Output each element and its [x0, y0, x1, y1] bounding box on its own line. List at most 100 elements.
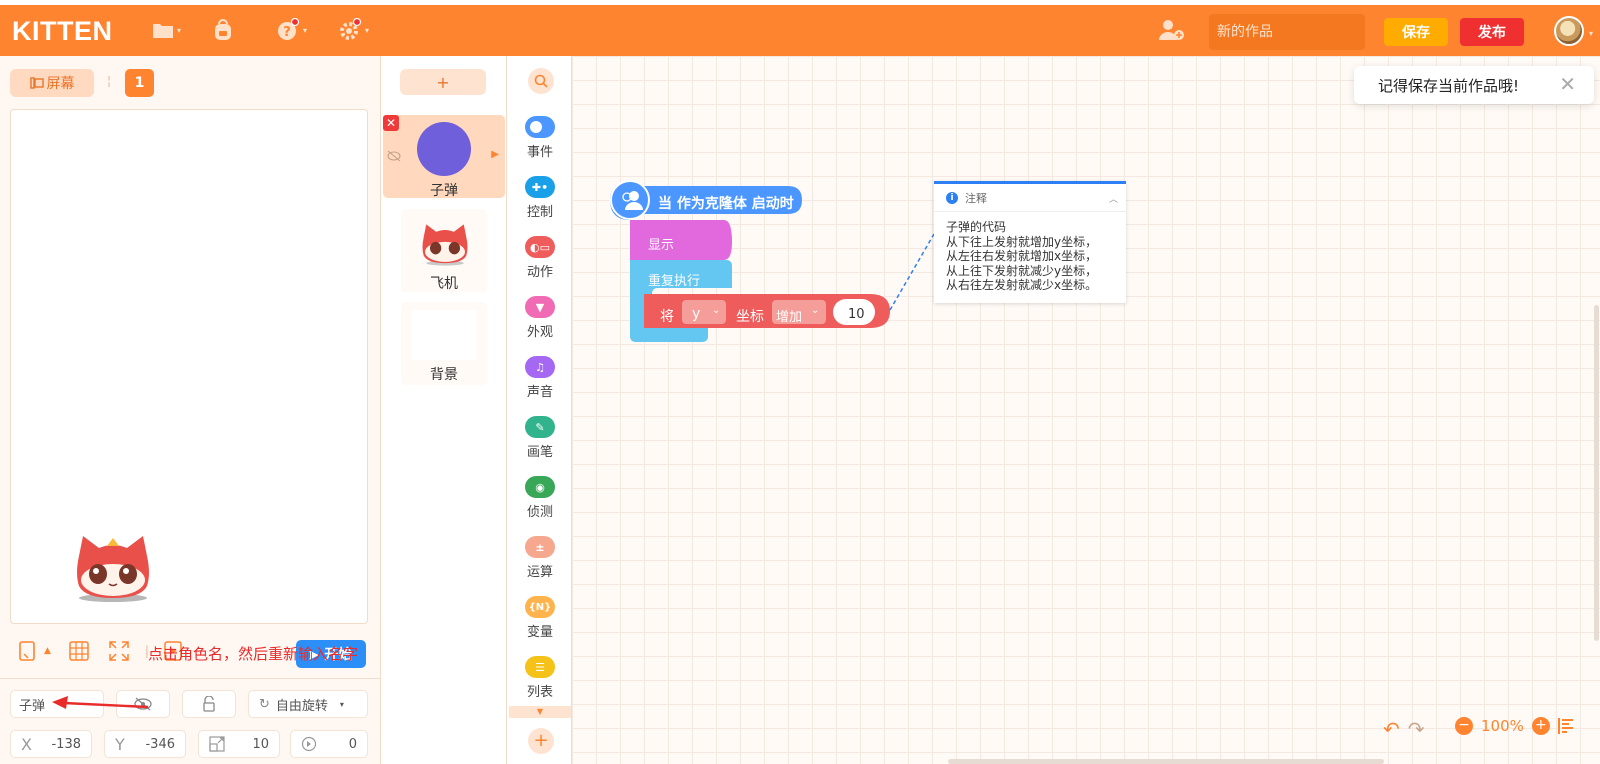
close-icon[interactable]: ✕	[1559, 72, 1576, 96]
settings-icon	[340, 18, 362, 40]
category-operators[interactable]: ± 运算	[507, 536, 573, 580]
fullscreen-icon[interactable]	[109, 641, 129, 661]
rotate-icon: ↻	[259, 696, 270, 712]
zoom-level: 100%	[1481, 717, 1524, 735]
y-position-field[interactable]: Y -346	[104, 730, 186, 758]
save-reminder-toast: 记得保存当前作品哦! ✕	[1354, 66, 1594, 104]
category-label: 控制	[526, 205, 553, 220]
category-label: 声音	[526, 385, 553, 400]
divider	[0, 678, 380, 679]
category-lists[interactable]: ☰ 列表	[507, 656, 573, 700]
comment-box[interactable]: i 注释 ︿ 子弹的代码 从下往上发射就增加y坐标， 从左往右发射就增加x坐标，…	[934, 181, 1126, 303]
sprite-name: 飞机	[430, 276, 458, 292]
operation-dropdown[interactable]: 增加	[776, 306, 802, 325]
sprite-card-bullet[interactable]: ✕ ▶ 子弹	[383, 115, 505, 199]
kitten-thumbnail	[422, 224, 468, 266]
backpack-button[interactable]	[213, 17, 233, 43]
eye-hidden-icon[interactable]	[387, 150, 401, 162]
screen-button[interactable]: 屏幕	[10, 69, 94, 97]
block-category-bar: 事件 ✚• 控制 ◐▭ 动作 ▼ 外观 ♫ 声音 ✎ 画笔 ◉ 侦测 ± 运算 …	[506, 56, 572, 764]
chevron-down-icon: ⌄	[712, 305, 721, 316]
add-collaborator-button[interactable]	[1158, 18, 1186, 46]
publish-button[interactable]: 发布	[1460, 18, 1524, 46]
music-icon: ♫	[525, 356, 555, 378]
category-events[interactable]: 事件	[507, 116, 573, 160]
toast-text: 记得保存当前作品哦!	[1378, 76, 1520, 95]
stage-canvas[interactable]	[10, 109, 368, 624]
category-sensing[interactable]: ◉ 侦测	[507, 476, 573, 520]
align-icon	[1558, 718, 1573, 734]
add-extension-button[interactable]: +	[528, 728, 554, 754]
scene-button[interactable]: 1	[125, 69, 154, 97]
set-block-label: 将	[660, 309, 674, 325]
top-bar: KITTEN ▾ ? ▾ ▾ 保存 发布 ▾	[0, 5, 1600, 56]
sprite-card-plane[interactable]: 飞机	[401, 209, 487, 292]
save-button[interactable]: 保存	[1384, 18, 1448, 46]
redo-icon[interactable]: ↷	[1408, 717, 1425, 741]
search-button[interactable]	[528, 68, 554, 94]
category-variables[interactable]: {N} 变量	[507, 596, 573, 640]
category-looks[interactable]: ▼ 外观	[507, 296, 573, 340]
scale-icon	[209, 736, 225, 752]
help-menu-button[interactable]: ? ▾	[276, 17, 307, 43]
y-value: -346	[145, 736, 175, 752]
comment-connector	[889, 233, 935, 311]
settings-menu-button[interactable]: ▾	[338, 17, 369, 43]
show-block-label: 显示	[648, 238, 675, 253]
sprite-card-background[interactable]: 背景	[401, 302, 487, 385]
caret-up-icon[interactable]: ▲	[44, 646, 51, 656]
undo-icon[interactable]: ↶	[1383, 717, 1400, 741]
lock-icon	[203, 696, 215, 712]
category-label: 运算	[526, 565, 553, 580]
direction-value: 0	[348, 736, 357, 752]
bullet-thumbnail	[417, 122, 471, 176]
sprite-name: 子弹	[430, 183, 458, 199]
variables-icon: {N}	[525, 596, 555, 618]
rotation-mode-value: 自由旋转	[275, 698, 328, 714]
x-value: -138	[51, 736, 81, 752]
axis-dropdown[interactable]: y	[692, 306, 700, 322]
arrange-blocks-button[interactable]	[1557, 717, 1575, 735]
category-label: 事件	[526, 145, 553, 160]
annotation-arrow	[52, 696, 149, 709]
category-pen[interactable]: ✎ 画笔	[507, 416, 573, 460]
sprite-panel: + ✕ ▶ 子弹 飞机 背景	[380, 56, 506, 764]
category-motion[interactable]: ◐▭ 动作	[507, 236, 573, 280]
scroll-down-button[interactable]: ▼	[509, 706, 571, 718]
events-icon	[525, 116, 555, 138]
annotation-text: 点击角色名，然后重新输入名字	[148, 645, 359, 663]
search-icon	[534, 74, 548, 88]
screen-button-label: 屏幕	[46, 76, 75, 92]
close-icon[interactable]: ✕	[383, 115, 399, 131]
zoom-in-button[interactable]: +	[1531, 717, 1550, 735]
avatar[interactable]	[1554, 16, 1584, 46]
vertical-scrollbar[interactable]	[1594, 305, 1599, 641]
size-value: 10	[252, 736, 269, 752]
code-workspace[interactable]	[572, 56, 1600, 764]
direction-field[interactable]: 0	[290, 730, 368, 758]
sensing-icon: ◉	[525, 476, 555, 498]
rotation-mode-select[interactable]: ↻ 自由旋转 ▾	[248, 690, 368, 718]
operators-icon: ±	[525, 536, 555, 558]
category-sound[interactable]: ♫ 声音	[507, 356, 573, 400]
sprite-name: 背景	[430, 367, 458, 383]
chevron-up-icon[interactable]: ︿	[1109, 192, 1118, 205]
size-field[interactable]: 10	[198, 730, 280, 758]
device-icon[interactable]	[18, 641, 36, 661]
project-title-input[interactable]	[1209, 14, 1365, 50]
add-sprite-button[interactable]: +	[400, 69, 486, 95]
motion-icon: ◐▭	[525, 236, 555, 258]
horizontal-scrollbar[interactable]	[948, 759, 1384, 764]
amount-input[interactable]: 10	[848, 307, 865, 322]
file-menu-button[interactable]: ▾	[152, 17, 181, 43]
zoom-out-button[interactable]: −	[1455, 717, 1473, 735]
lock-toggle[interactable]	[182, 690, 236, 718]
grid-icon[interactable]	[69, 641, 89, 661]
comment-text[interactable]: 子弹的代码 从下往上发射就增加y坐标， 从左往右发射就增加x坐标， 从上往下发射…	[934, 212, 1126, 301]
x-position-field[interactable]: X -138	[10, 730, 92, 758]
background-thumbnail	[411, 310, 477, 360]
chevron-right-icon[interactable]: ▶	[491, 149, 499, 160]
kitten-sprite[interactable]	[73, 534, 153, 604]
svg-text:?: ?	[283, 25, 291, 40]
category-control[interactable]: ✚• 控制	[507, 176, 573, 220]
